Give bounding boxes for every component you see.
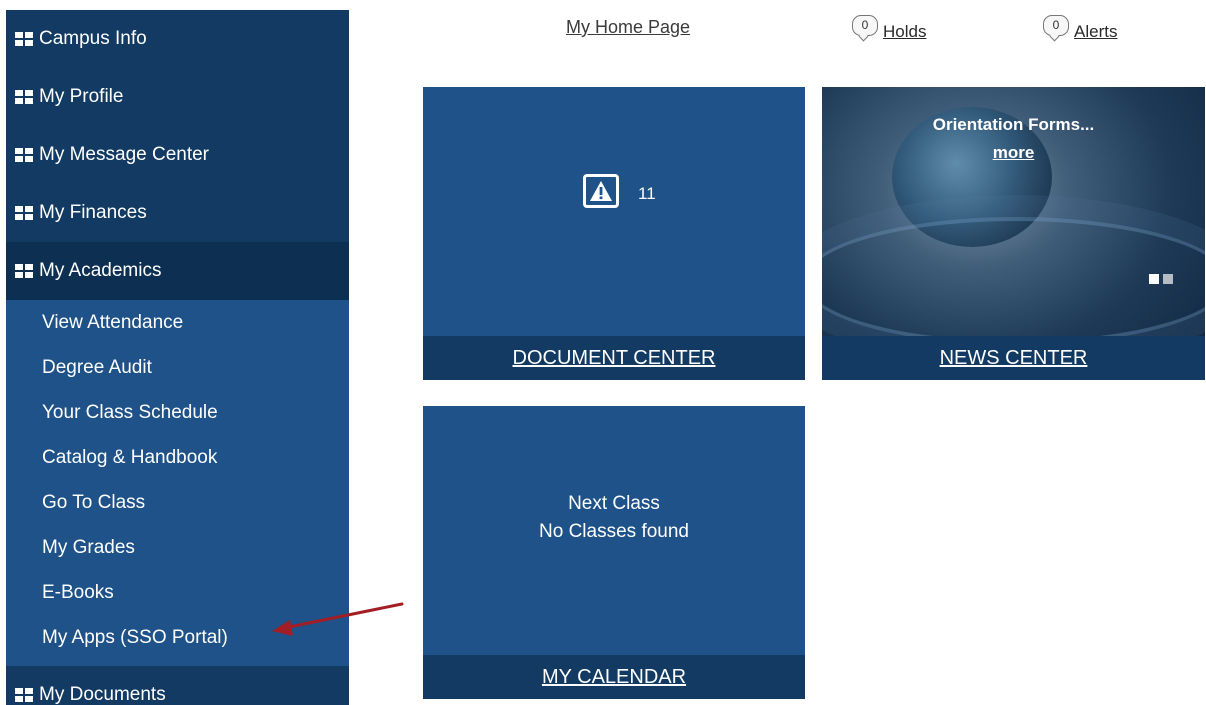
my-home-page-link[interactable]: My Home Page (566, 17, 690, 38)
sidebar-section-my-documents[interactable]: My Documents (6, 666, 349, 705)
my-calendar-tile[interactable]: Next Class No Classes found MY CALENDAR (423, 406, 805, 699)
sidebar-section-label: My Message Center (39, 144, 210, 165)
sidebar-section-label: My Documents (39, 684, 166, 705)
news-center-tile[interactable]: Orientation Forms... more NEWS CENTER (822, 87, 1205, 380)
carousel-dot[interactable] (1163, 274, 1173, 284)
carousel-dot-active[interactable] (1149, 274, 1159, 284)
submenu-item-degree-audit[interactable]: Degree Audit (6, 345, 349, 390)
submenu-item-class-schedule[interactable]: Your Class Schedule (6, 390, 349, 435)
next-class-info: Next Class No Classes found (423, 490, 805, 546)
sidebar-section-label: Campus Info (39, 28, 147, 49)
sidebar-section-my-finances[interactable]: My Finances (6, 184, 349, 242)
alerts-link[interactable]: Alerts (1074, 22, 1117, 42)
grid-icon (15, 90, 33, 104)
sidebar-section-label: My Finances (39, 202, 147, 223)
document-center-tile[interactable]: 11 DOCUMENT CENTER (423, 87, 805, 380)
annotation-arrow-icon (272, 602, 404, 636)
rings-background-image (822, 217, 1205, 345)
submenu-item-go-to-class[interactable]: Go To Class (6, 480, 349, 525)
holds-link[interactable]: Holds (883, 22, 926, 42)
sidebar-section-campus-info[interactable]: Campus Info (6, 10, 349, 68)
news-more-link[interactable]: more (822, 143, 1205, 163)
warning-icon (583, 174, 619, 208)
my-calendar-link[interactable]: MY CALENDAR (423, 655, 805, 699)
sidebar-section-my-message-center[interactable]: My Message Center (6, 126, 349, 184)
news-center-link[interactable]: NEWS CENTER (822, 336, 1205, 380)
submenu-item-view-attendance[interactable]: View Attendance (6, 300, 349, 345)
sidebar-section-label: My Profile (39, 86, 124, 107)
grid-icon (15, 32, 33, 46)
news-headline: Orientation Forms... (932, 115, 1095, 134)
sidebar-section-label: My Academics (39, 260, 162, 281)
sidebar-section-my-profile[interactable]: My Profile (6, 68, 349, 126)
document-count: 11 (638, 184, 656, 203)
sidebar-section-my-academics[interactable]: My Academics (6, 242, 349, 300)
no-classes-label: No Classes found (539, 521, 689, 542)
grid-icon (15, 148, 33, 162)
alerts-count-badge: 0 (1043, 15, 1069, 36)
holds-count-badge: 0 (852, 15, 878, 36)
next-class-label: Next Class (568, 493, 660, 514)
submenu-item-catalog-handbook[interactable]: Catalog & Handbook (6, 435, 349, 480)
grid-icon (15, 264, 33, 278)
grid-icon (15, 206, 33, 220)
grid-icon (15, 688, 33, 702)
submenu-item-my-grades[interactable]: My Grades (6, 525, 349, 570)
document-center-link[interactable]: DOCUMENT CENTER (423, 336, 805, 380)
